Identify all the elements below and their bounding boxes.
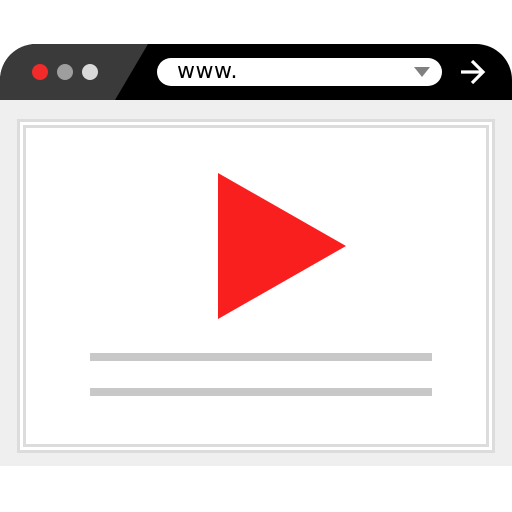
browser-window: www. bbox=[0, 44, 512, 466]
text-placeholder-line bbox=[90, 353, 432, 361]
minimize-window-button[interactable] bbox=[57, 64, 73, 80]
text-placeholder-line bbox=[90, 388, 432, 396]
browser-titlebar: www. bbox=[0, 44, 512, 100]
chevron-down-icon[interactable] bbox=[414, 67, 430, 77]
address-bar[interactable]: www. bbox=[157, 58, 442, 86]
arrow-right-icon[interactable] bbox=[458, 58, 488, 86]
play-icon[interactable] bbox=[218, 173, 346, 319]
close-window-button[interactable] bbox=[32, 64, 48, 80]
address-bar-url[interactable]: www. bbox=[177, 60, 238, 84]
video-frame bbox=[23, 125, 489, 447]
maximize-window-button[interactable] bbox=[82, 64, 98, 80]
browser-tab[interactable] bbox=[0, 44, 148, 100]
video-page bbox=[17, 119, 495, 453]
browser-content-area bbox=[0, 100, 512, 466]
